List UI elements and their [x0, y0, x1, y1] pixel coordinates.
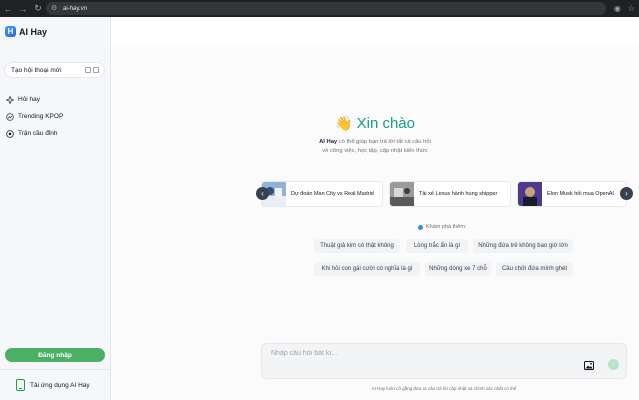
- card-thumbnail: [390, 182, 414, 206]
- logo-text: AI Hay: [19, 26, 48, 37]
- carousel-prev-icon[interactable]: ‹: [256, 187, 269, 200]
- sidebar-item-label: Trending KPOP: [18, 113, 64, 120]
- reload-icon[interactable]: ↻: [32, 0, 44, 17]
- question-input[interactable]: [271, 350, 571, 357]
- sidebar: H AI Hay Tạo hội thoại mới Hỏi hay Trend…: [0, 17, 111, 400]
- trending-card[interactable]: Dự đoán Man City vs Real Madrid: [261, 181, 383, 207]
- trending-card[interactable]: Elon Musk hỏi mua OpenAI: [517, 181, 627, 207]
- soccer-ball-icon: [6, 129, 14, 138]
- logo[interactable]: H AI Hay: [5, 26, 47, 37]
- arrow-right-icon[interactable]: →: [17, 0, 29, 17]
- explore-text: Khám phá thêm:: [426, 224, 467, 230]
- download-app-link[interactable]: Tải ứng dụng AI Hay: [16, 379, 90, 391]
- phone-icon: [16, 379, 25, 391]
- new-chat-button[interactable]: Tạo hội thoại mới: [4, 62, 105, 78]
- send-button[interactable]: ↑: [608, 359, 619, 370]
- sidebar-menu: Hỏi hay Trending KPOP Trận cầu đỉnh: [6, 91, 63, 142]
- sidebar-item-label: Hỏi hay: [18, 96, 41, 103]
- suggestion-chip[interactable]: Những dòng xe 7 chỗ: [425, 262, 491, 276]
- shortcut-icon: [85, 67, 99, 73]
- trending-icon: [6, 112, 14, 121]
- arrow-left-icon[interactable]: ←: [2, 0, 14, 17]
- download-app-label: Tải ứng dụng AI Hay: [30, 381, 90, 389]
- explore-label: Khám phá thêm:: [418, 224, 466, 230]
- greeting-heading: 👋 Xin chào: [111, 115, 639, 132]
- image-upload-icon[interactable]: [584, 361, 594, 370]
- suggestion-chip[interactable]: Câu chửi đứa mình ghét: [496, 262, 573, 276]
- sidebar-item-tran-cau-dinh[interactable]: Trận cầu đỉnh: [6, 125, 63, 142]
- intro-brand: AI Hay: [319, 139, 338, 145]
- suggestion-chip[interactable]: Thuật giả kim có thật không: [314, 239, 400, 253]
- greeting-text: Xin chào: [356, 115, 415, 132]
- globe-icon: [418, 224, 423, 230]
- sidebar-item-trending-kpop[interactable]: Trending KPOP: [6, 108, 63, 125]
- card-thumbnail: [518, 182, 542, 206]
- logo-mark: H: [5, 26, 16, 37]
- star-icon[interactable]: ☆: [628, 4, 635, 13]
- sidebar-divider: [0, 369, 111, 370]
- card-title: Dự đoán Man City vs Real Madrid: [291, 191, 374, 197]
- sparkle-icon: [6, 95, 14, 104]
- sidebar-item-hoi-hay[interactable]: Hỏi hay: [6, 91, 63, 108]
- trending-carousel: Dự đoán Man City vs Real Madrid Tài xế L…: [256, 179, 633, 208]
- card-title: Elon Musk hỏi mua OpenAI: [547, 191, 614, 197]
- browser-actions: ◉ ☆: [614, 0, 635, 17]
- card-title: Tài xế Lexus hành hung shipper: [419, 191, 498, 197]
- suggestion-chip[interactable]: Những đứa trẻ không bao giờ lớn: [473, 239, 573, 253]
- suggestion-chip[interactable]: Lòng trắc ẩn là gì: [406, 239, 468, 253]
- question-composer: ↑: [261, 343, 627, 379]
- sidebar-item-label: Trận cầu đỉnh: [18, 130, 58, 137]
- login-button[interactable]: Đăng nhập: [5, 348, 105, 362]
- site-info-icon[interactable]: ⚙: [51, 5, 58, 12]
- intro-line-1: có thể giúp bạn trả lời tất cả câu hỏi: [337, 139, 431, 145]
- intro-text: AI Hay có thể giúp bạn trả lời tất cả câ…: [111, 138, 639, 156]
- suggestion-chip[interactable]: Khi hỏi con gái cười có nghĩa là gì: [314, 262, 420, 276]
- waving-hand-icon: 👋: [335, 115, 353, 131]
- disclaimer-text: AI Hay luôn cố gắng đưa ra câu trả lời c…: [371, 386, 517, 391]
- trending-card[interactable]: Tài xế Lexus hành hung shipper: [389, 181, 511, 207]
- url-text: ai-hay.vn: [63, 5, 87, 12]
- new-chat-label: Tạo hội thoại mới: [11, 66, 62, 74]
- main-area: 👋 Xin chào AI Hay có thể giúp bạn trả lờ…: [111, 17, 639, 400]
- browser-toolbar: ← → ↻ ⚙ ai-hay.vn ◉ ☆: [0, 0, 639, 17]
- carousel-next-icon[interactable]: ›: [620, 187, 633, 200]
- address-bar[interactable]: ⚙ ai-hay.vn: [46, 2, 606, 15]
- intro-line-2: về công việc, học tập, cập nhật kiến thứ…: [322, 148, 428, 154]
- eye-off-icon[interactable]: ◉: [614, 4, 621, 13]
